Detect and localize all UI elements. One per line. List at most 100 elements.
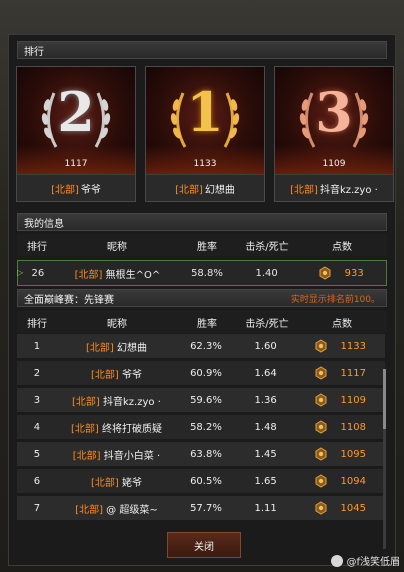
- weibo-logo-icon: [331, 554, 344, 567]
- region-tag: [北部]: [290, 184, 318, 196]
- region-tag: [北部]: [74, 269, 103, 281]
- table-row[interactable]: 4 [北部] 终将打破质疑 58.2% 1.48 1108: [17, 415, 385, 440]
- cell-kd: 1.65: [254, 475, 277, 487]
- leaderboard-scrollbar[interactable]: [383, 369, 386, 549]
- podium: 2 1117 [北部] 爷爷 1 1133 [北部] 幻想曲 3 1109 [北…: [16, 66, 394, 202]
- podium-rank-number: 3: [315, 80, 353, 144]
- table-row[interactable]: 2 [北部] 爷爷 60.9% 1.64 1117: [17, 361, 385, 386]
- podium-card-3[interactable]: 3 1109 [北部] 抖音kz.zyo ·: [274, 66, 394, 202]
- region-tag: [北部]: [75, 504, 103, 516]
- cell-name: [北部] 爷爷: [57, 366, 176, 381]
- podium-card-2[interactable]: 2 1117 [北部] 爷爷: [16, 66, 136, 202]
- medal-icon: [315, 339, 326, 353]
- medal-icon: [315, 366, 326, 380]
- scrollbar-thumb[interactable]: [383, 369, 386, 429]
- table-row[interactable]: 6 [北部] 姥爷 60.5% 1.65 1094: [17, 469, 385, 494]
- points-value: 1108: [340, 421, 366, 433]
- player-name: 抖音kz.zyo ·: [319, 184, 378, 196]
- header-rank: 排行: [27, 241, 47, 253]
- header-points: 点数: [332, 318, 352, 330]
- arrow-marker-icon: ▷: [17, 268, 24, 277]
- cell-kd: 1.60: [254, 340, 277, 352]
- leaderboard-note: 实时显示排名前100。: [290, 294, 380, 305]
- medal-icon: [315, 447, 326, 461]
- cell-rank: 4: [33, 421, 41, 433]
- medal-icon: [315, 474, 326, 488]
- table-row[interactable]: 3 [北部] 抖音kz.zyo · 59.6% 1.36 1109: [17, 388, 385, 413]
- player-name: 爷爷: [80, 184, 101, 196]
- cell-rank: 3: [33, 394, 41, 406]
- region-tag: [北部]: [90, 369, 119, 381]
- cell-win-rate: 58.2%: [190, 421, 222, 433]
- table-row[interactable]: 1 [北部] 幻想曲 62.3% 1.60 1133: [17, 334, 385, 359]
- podium-score: 1133: [193, 159, 217, 169]
- points-value: 1094: [340, 475, 366, 487]
- podium-name-bar: [北部] 幻想曲: [146, 174, 264, 201]
- cell-win-rate: 59.6%: [190, 394, 222, 406]
- header-points: 点数: [332, 241, 352, 253]
- cell-win-rate: 58.8%: [191, 267, 223, 279]
- medal-icon: [319, 266, 331, 280]
- cell-points: 1133: [295, 339, 385, 353]
- cell-name: [北部] 幻想曲: [57, 339, 176, 354]
- leaderboard-title: 全面巅峰赛：先锋赛: [24, 294, 114, 306]
- cell-rank: 5: [33, 448, 41, 460]
- player-name: 抖音小白菜 ·: [103, 450, 161, 462]
- cell-rank: 7: [33, 502, 41, 514]
- header-win-rate: 胜率: [197, 318, 217, 330]
- points-value: 933: [344, 267, 364, 279]
- cell-points: 1108: [295, 420, 385, 434]
- header-name: 昵称: [107, 241, 127, 253]
- header-rank: 排行: [27, 318, 47, 330]
- player-name: 幻想曲: [116, 342, 147, 354]
- cell-name: [北部] 抖音小白菜 ·: [57, 447, 176, 462]
- header-win-rate: 胜率: [197, 241, 217, 253]
- medal-icon: [315, 501, 326, 515]
- rank-art: 1 1133: [146, 67, 264, 175]
- cell-name: [北部] 抖音kz.zyo ·: [57, 393, 176, 408]
- table-row[interactable]: 5 [北部] 抖音小白菜 · 63.8% 1.45 1095: [17, 442, 385, 467]
- header-name: 昵称: [107, 318, 127, 330]
- points-value: 1045: [340, 502, 366, 514]
- panel-title: 排行: [24, 46, 44, 58]
- cell-kd: 1.40: [255, 267, 278, 279]
- cell-rank: 2: [33, 367, 41, 379]
- cell-kd: 1.36: [254, 394, 277, 406]
- cell-win-rate: 60.9%: [190, 367, 222, 379]
- region-tag: [北部]: [85, 342, 114, 354]
- podium-rank-number: 2: [57, 80, 95, 144]
- podium-name-bar: [北部] 爷爷: [17, 174, 135, 201]
- cell-name: [北部] 姥爷: [57, 474, 176, 489]
- cell-name: [北部] @ 超级菜~: [57, 501, 176, 516]
- header-kd: 击杀/死亡: [245, 318, 289, 330]
- my-info-row[interactable]: ▷ 26 [北部] 無根生^O^ 58.8% 1.40 933: [17, 260, 387, 286]
- region-tag: [北部]: [175, 184, 203, 196]
- points-value: 1109: [340, 394, 366, 406]
- cell-points: 1117: [295, 366, 385, 380]
- cell-points: 1095: [295, 447, 385, 461]
- cell-name: [北部] 终将打破质疑: [57, 420, 176, 435]
- panel-title-bar: 排行: [17, 41, 387, 59]
- region-tag: [北部]: [72, 450, 101, 462]
- player-name: 终将打破质疑: [101, 423, 162, 435]
- podium-card-1[interactable]: 1 1133 [北部] 幻想曲: [145, 66, 265, 202]
- cell-points: 1109: [295, 393, 385, 407]
- player-name: 爷爷: [121, 369, 142, 381]
- podium-rank-number: 1: [186, 80, 224, 144]
- rank-art: 3 1109: [275, 67, 393, 175]
- cell-points: 1045: [295, 501, 385, 515]
- medal-icon: [315, 420, 326, 434]
- podium-name-bar: [北部] 抖音kz.zyo ·: [275, 174, 393, 201]
- leaderboard-table-header: 排行 昵称 胜率 击杀/死亡 点数: [17, 311, 387, 333]
- rank-art: 2 1117: [17, 67, 135, 175]
- watermark-text: @f浅笑低眉: [346, 557, 400, 568]
- points-value: 1095: [340, 448, 366, 460]
- cell-kd: 1.45: [254, 448, 277, 460]
- my-info-table-header: 排行 昵称 胜率 击杀/死亡 点数: [17, 234, 387, 256]
- player-name: 姥爷: [121, 477, 142, 489]
- table-row[interactable]: 7 [北部] @ 超级菜~ 57.7% 1.11 1045: [17, 496, 385, 521]
- player-name: @ 超级菜~: [106, 504, 158, 516]
- leaderboard-panel: 排行 2 1117 [北部] 爷爷 1 1133 [北部] 幻想曲 3 1109…: [8, 34, 396, 566]
- podium-score: 1109: [322, 159, 346, 169]
- close-button[interactable]: 关闭: [167, 532, 241, 558]
